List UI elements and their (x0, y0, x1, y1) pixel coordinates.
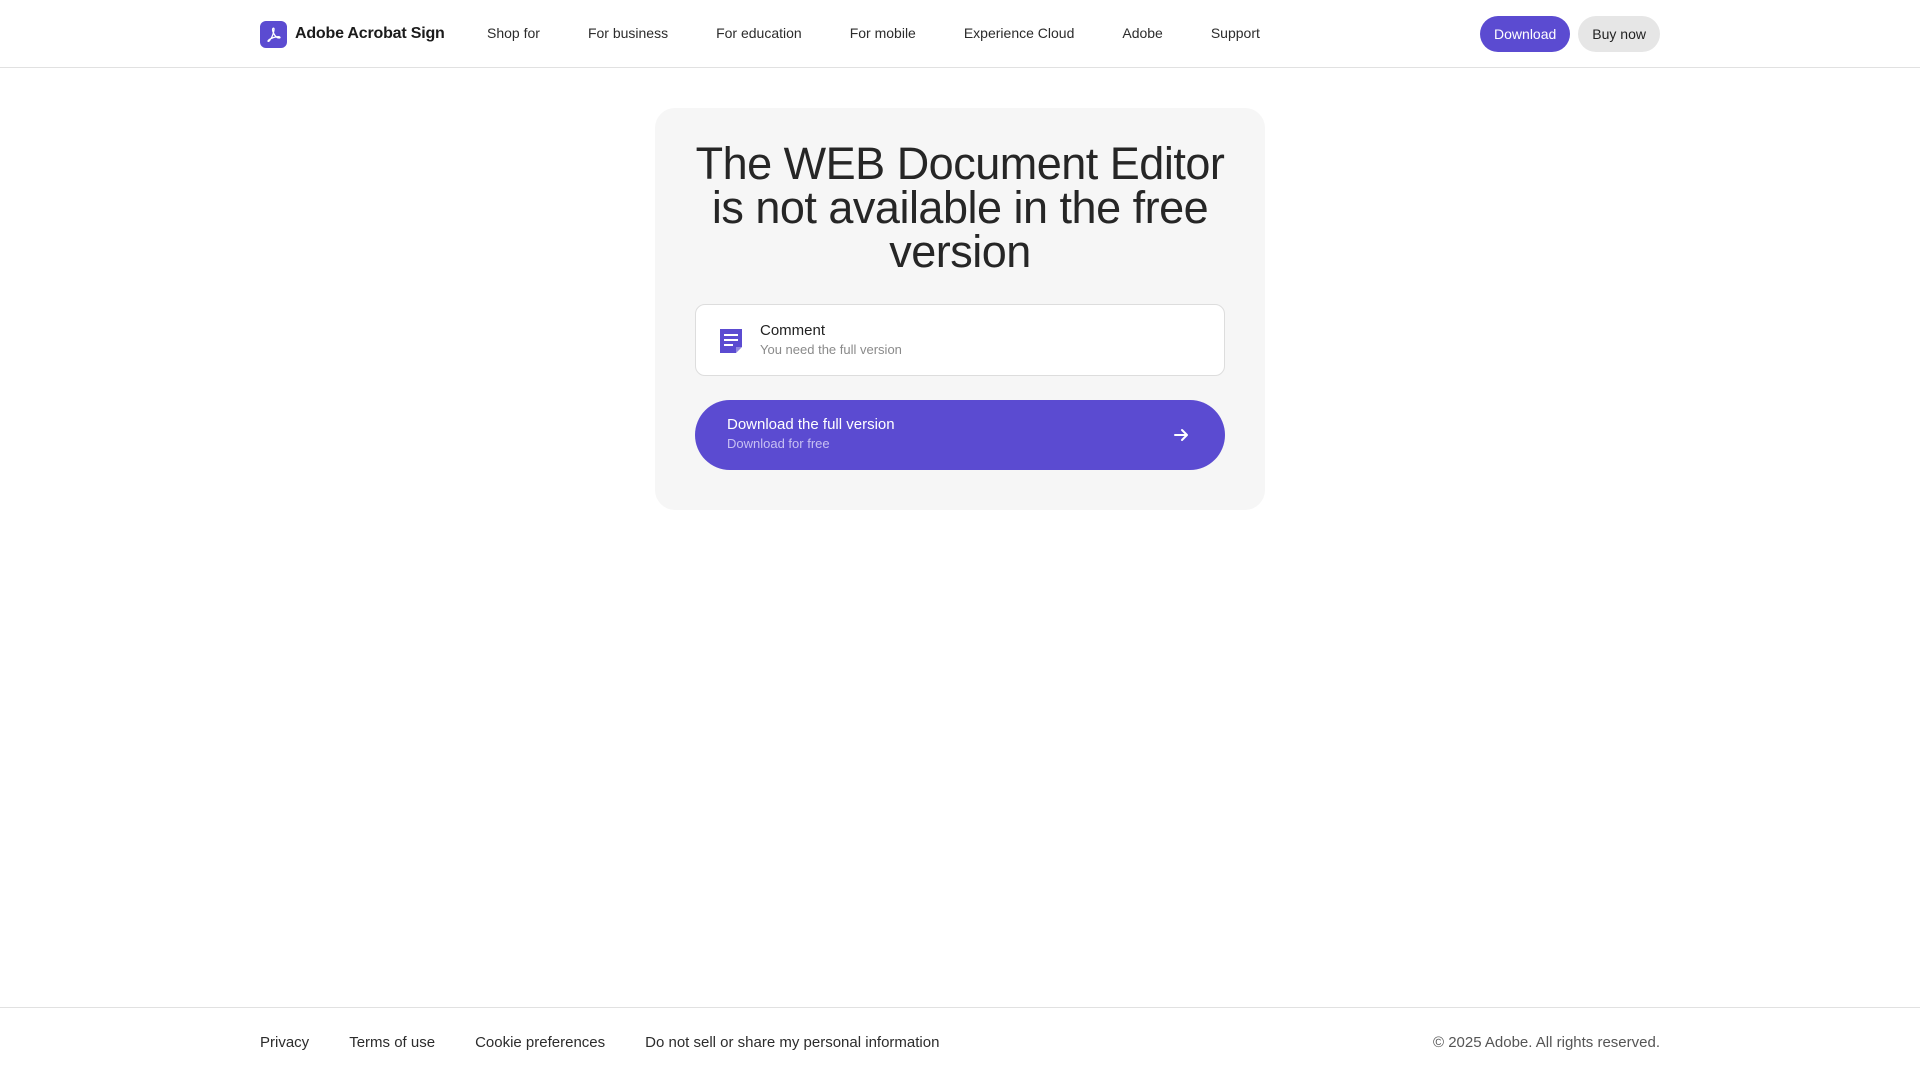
nav-item-for-business[interactable]: For business (588, 25, 668, 41)
nav-item-for-mobile[interactable]: For mobile (850, 25, 916, 41)
nav-item-for-education[interactable]: For education (716, 25, 802, 41)
footer-link-do-not-sell[interactable]: Do not sell or share my personal informa… (645, 1034, 939, 1051)
brand-home-link[interactable]: Adobe Acrobat Sign (260, 20, 445, 48)
nav-item-experience-cloud[interactable]: Experience Cloud (964, 25, 1075, 41)
site-footer: Privacy Terms of use Cookie preferences … (0, 1007, 1920, 1080)
arrow-right-icon (1174, 428, 1189, 442)
footer-links: Privacy Terms of use Cookie preferences … (260, 1034, 979, 1051)
buy-now-button[interactable]: Buy now (1578, 16, 1660, 52)
main-nav: Shop for For business For education For … (487, 0, 1308, 66)
upgrade-card: The WEB Document Editor is not available… (655, 108, 1265, 510)
download-full-version-button[interactable]: Download the full version Download for f… (695, 400, 1225, 470)
page-title: The WEB Document Editor is not available… (695, 138, 1225, 277)
nav-item-support[interactable]: Support (1211, 25, 1260, 41)
nav-item-shop-for[interactable]: Shop for (487, 25, 540, 41)
nav-item-adobe[interactable]: Adobe (1122, 25, 1162, 41)
brand-name: Adobe Acrobat Sign (295, 25, 445, 42)
cta-title: Download the full version (727, 416, 895, 433)
feature-title: Comment (760, 322, 826, 339)
acrobat-logo-icon (260, 20, 287, 48)
download-button[interactable]: Download (1480, 16, 1571, 52)
footer-link-cookie-preferences[interactable]: Cookie preferences (475, 1034, 605, 1051)
footer-link-privacy[interactable]: Privacy (260, 1034, 309, 1051)
comment-icon (719, 328, 743, 354)
cta-subtitle: Download for free (727, 436, 830, 451)
feature-row-comment: Comment You need the full version (695, 304, 1225, 376)
copyright-text: © 2025 Adobe. All rights reserved. (1432, 1034, 1660, 1051)
footer-link-terms-of-use[interactable]: Terms of use (349, 1034, 435, 1051)
site-header: Adobe Acrobat Sign Shop for For business… (0, 0, 1920, 68)
header-actions: Download Buy now (1480, 16, 1660, 52)
feature-subtitle: You need the full version (760, 342, 902, 357)
